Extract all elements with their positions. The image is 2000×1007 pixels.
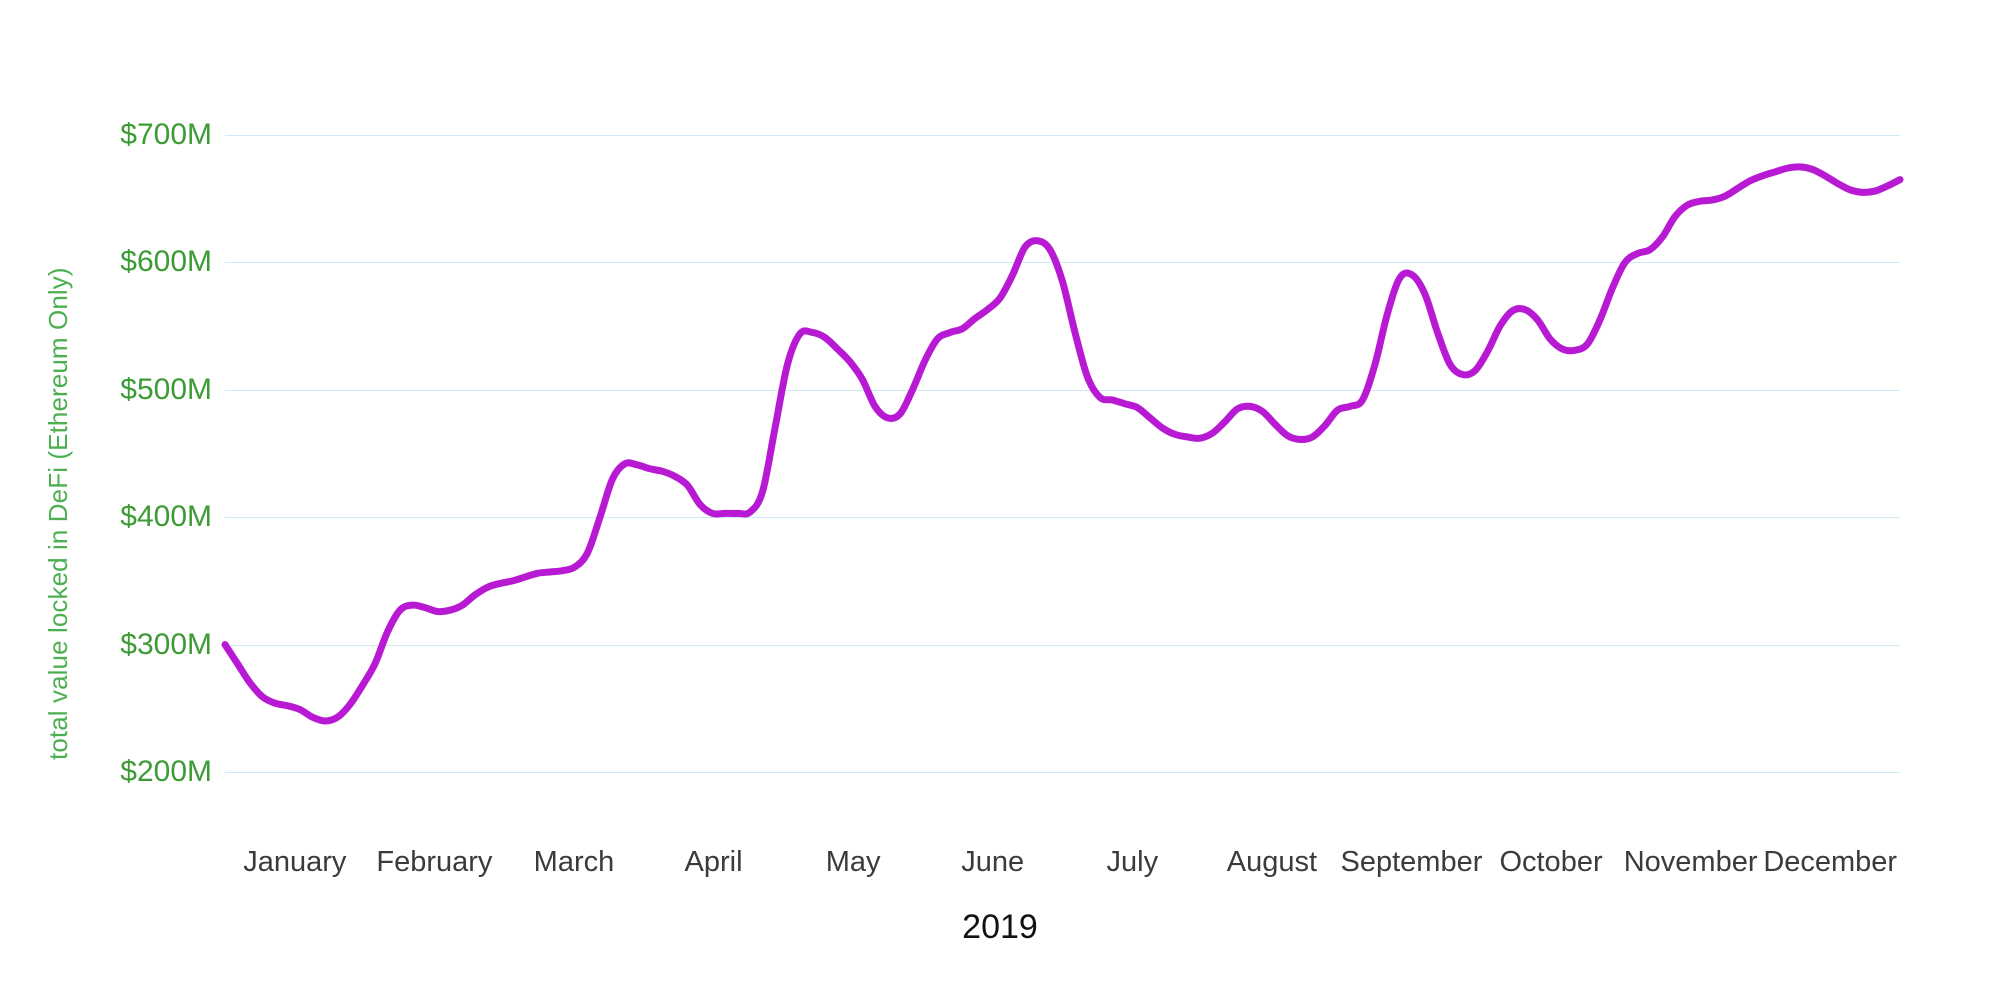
- x-axis-tick-labels: January February March April May June July Augu…: [0, 0, 2000, 1007]
- x-axis-tick-label: February: [376, 846, 493, 878]
- x-axis-tick-label: December: [1763, 846, 1898, 878]
- x-axis-tick-label: March: [533, 846, 615, 878]
- x-axis-tick-label: November: [1623, 846, 1758, 878]
- chart-figure: total value locked in DeFi (Ethereum Onl…: [0, 0, 2000, 1007]
- x-axis-tick-label: September: [1340, 846, 1483, 878]
- x-axis-tick-label: May: [825, 846, 881, 878]
- x-axis-tick-label: July: [1106, 846, 1159, 878]
- x-axis-tick-label: October: [1499, 846, 1603, 878]
- x-axis-tick-label: January: [243, 846, 347, 878]
- x-axis-title: 2019: [962, 908, 1038, 946]
- x-axis-tick-label: April: [684, 846, 743, 878]
- x-axis-tick-label: June: [961, 846, 1025, 878]
- x-axis-tick-label: August: [1226, 846, 1318, 878]
